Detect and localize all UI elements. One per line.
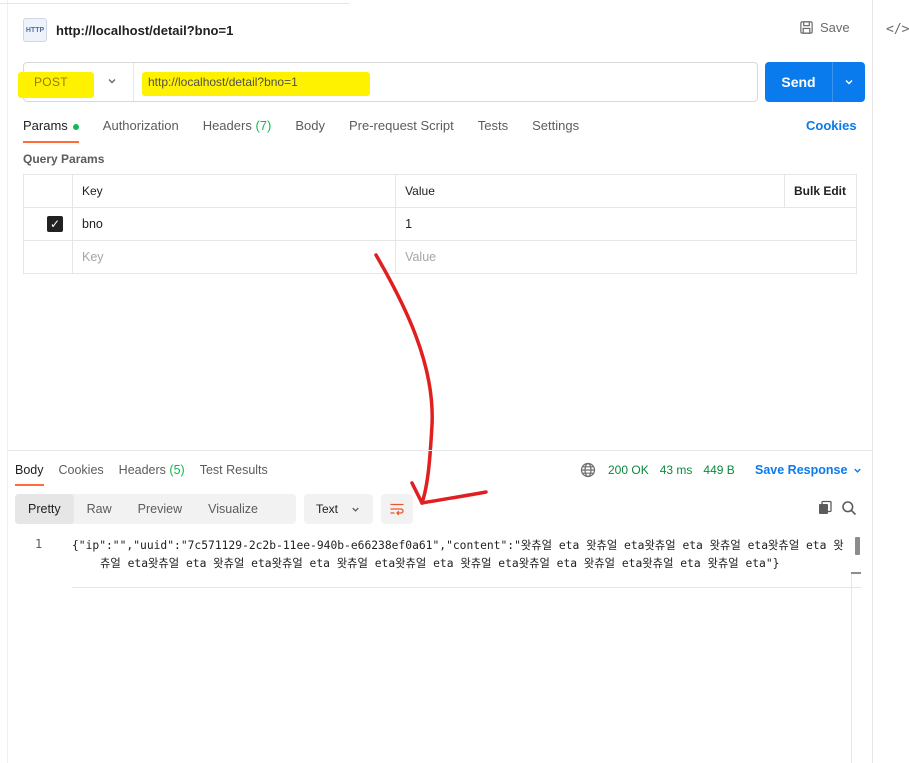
response-tab-headers[interactable]: Headers (5) — [119, 463, 185, 485]
format-label: Text — [315, 502, 338, 516]
send-button-group: Send — [765, 62, 865, 102]
tab-tests[interactable]: Tests — [478, 118, 508, 142]
http-icon: HTTP — [23, 18, 47, 42]
tab-label: Tests — [477, 118, 509, 133]
tab-label: Body — [15, 463, 44, 477]
tab-label: Authorization — [102, 118, 179, 133]
tab-pre-request-script[interactable]: Pre-request Script — [349, 118, 454, 142]
query-params-title: Query Params — [23, 152, 105, 166]
wrap-lines-button[interactable] — [381, 494, 413, 524]
request-tabs: Params Authorization Headers (7) Body Pr… — [23, 118, 603, 143]
view-pretty[interactable]: Pretty — [15, 494, 74, 524]
response-tab-cookies[interactable]: Cookies — [59, 463, 104, 485]
copy-icon[interactable] — [817, 500, 833, 516]
tab-label: Headers — [118, 463, 166, 477]
response-time[interactable]: 43 ms — [660, 463, 693, 477]
value-column-header: Value — [395, 174, 785, 208]
checkbox-column-header — [23, 174, 73, 208]
tab-label: Test Results — [199, 463, 268, 477]
editor-right-border — [851, 574, 852, 763]
code-line-separator — [72, 587, 862, 588]
tab-label: Pre-request Script — [348, 118, 454, 133]
key-placeholder-cell[interactable]: Key — [71, 240, 397, 274]
method-select[interactable]: POST — [18, 63, 134, 101]
tab-label: Settings — [532, 118, 580, 133]
tab-label: Body — [295, 118, 325, 133]
row-checkbox-cell — [23, 240, 73, 274]
response-body-code[interactable]: {"ip":"","uuid":"7c571129-2c2b-11ee-940b… — [72, 537, 848, 573]
view-visualize[interactable]: Visualize — [195, 494, 271, 524]
response-tab-body[interactable]: Body — [15, 463, 44, 486]
save-response-button[interactable]: Save Response — [755, 463, 863, 477]
search-icon[interactable] — [841, 500, 857, 516]
table-row: ✓ bno 1 — [23, 207, 857, 241]
response-divider — [8, 450, 872, 451]
line-number: 1 — [35, 537, 43, 551]
editor-scrollbar-marker — [851, 572, 861, 574]
status-code[interactable]: 200 OK — [608, 463, 649, 477]
save-label: Save — [820, 20, 850, 35]
save-response-label: Save Response — [755, 463, 848, 477]
method-label: POST — [34, 75, 68, 89]
chevron-down-icon — [854, 468, 862, 473]
url-bar: POST http://localhost/detail?bno=1 — [18, 62, 758, 102]
row-checkbox-cell: ✓ — [23, 207, 73, 241]
params-active-dot — [72, 123, 79, 130]
table-header-row: Key Value Bulk Edit — [23, 174, 857, 208]
tab-count: (7) — [255, 118, 272, 133]
request-title[interactable]: http://localhost/detail?bno=1 — [56, 23, 233, 38]
tab-body[interactable]: Body — [295, 118, 325, 142]
annotation-arrow — [374, 253, 488, 505]
tab-count: (5) — [169, 463, 185, 477]
view-mode-segmented: Pretty Raw Preview Visualize — [15, 494, 296, 524]
url-text: http://localhost/detail?bno=1 — [148, 75, 298, 89]
tab-authorization[interactable]: Authorization — [103, 118, 179, 142]
response-size[interactable]: 449 B — [703, 463, 734, 477]
param-key-cell[interactable]: bno — [71, 207, 397, 241]
code-icon[interactable]: </> — [886, 22, 909, 38]
save-icon — [800, 21, 813, 34]
tab-settings[interactable]: Settings — [532, 118, 579, 142]
right-sidebar-divider — [872, 0, 873, 763]
wrap-lines-icon — [390, 503, 404, 516]
chevron-down-icon — [845, 80, 853, 85]
send-options-button[interactable] — [832, 62, 865, 102]
param-value-cell[interactable]: 1 — [395, 207, 857, 241]
url-input[interactable]: http://localhost/detail?bno=1 — [142, 63, 370, 101]
editor-scrollbar-thumb[interactable] — [855, 537, 860, 555]
globe-icon[interactable] — [580, 462, 596, 478]
left-panel-edge — [7, 0, 8, 763]
tab-strip-line — [0, 0, 350, 4]
tab-label: Params — [23, 118, 68, 133]
response-tab-test-results[interactable]: Test Results — [200, 463, 268, 485]
view-preview[interactable]: Preview — [125, 494, 195, 524]
chevron-down-icon — [108, 79, 116, 84]
tab-label: Cookies — [58, 463, 104, 477]
chevron-down-icon — [352, 507, 359, 512]
response-tabs: Body Cookies Headers (5) Test Results — [15, 463, 283, 486]
save-button[interactable]: Save — [799, 20, 850, 35]
tab-headers[interactable]: Headers (7) — [203, 118, 272, 142]
view-raw[interactable]: Raw — [74, 494, 125, 524]
tab-label: Headers — [202, 118, 252, 133]
checkbox-checked[interactable]: ✓ — [47, 216, 63, 232]
send-button[interactable]: Send — [765, 62, 832, 102]
key-column-header: Key — [71, 174, 397, 208]
format-select[interactable]: Text — [304, 494, 373, 524]
response-status: 200 OK 43 ms 449 B — [608, 463, 735, 477]
tab-params[interactable]: Params — [23, 118, 79, 143]
cookies-link[interactable]: Cookies — [806, 118, 857, 133]
bulk-edit-button[interactable]: Bulk Edit — [784, 174, 857, 208]
http-badge-text: HTTP — [25, 26, 45, 34]
